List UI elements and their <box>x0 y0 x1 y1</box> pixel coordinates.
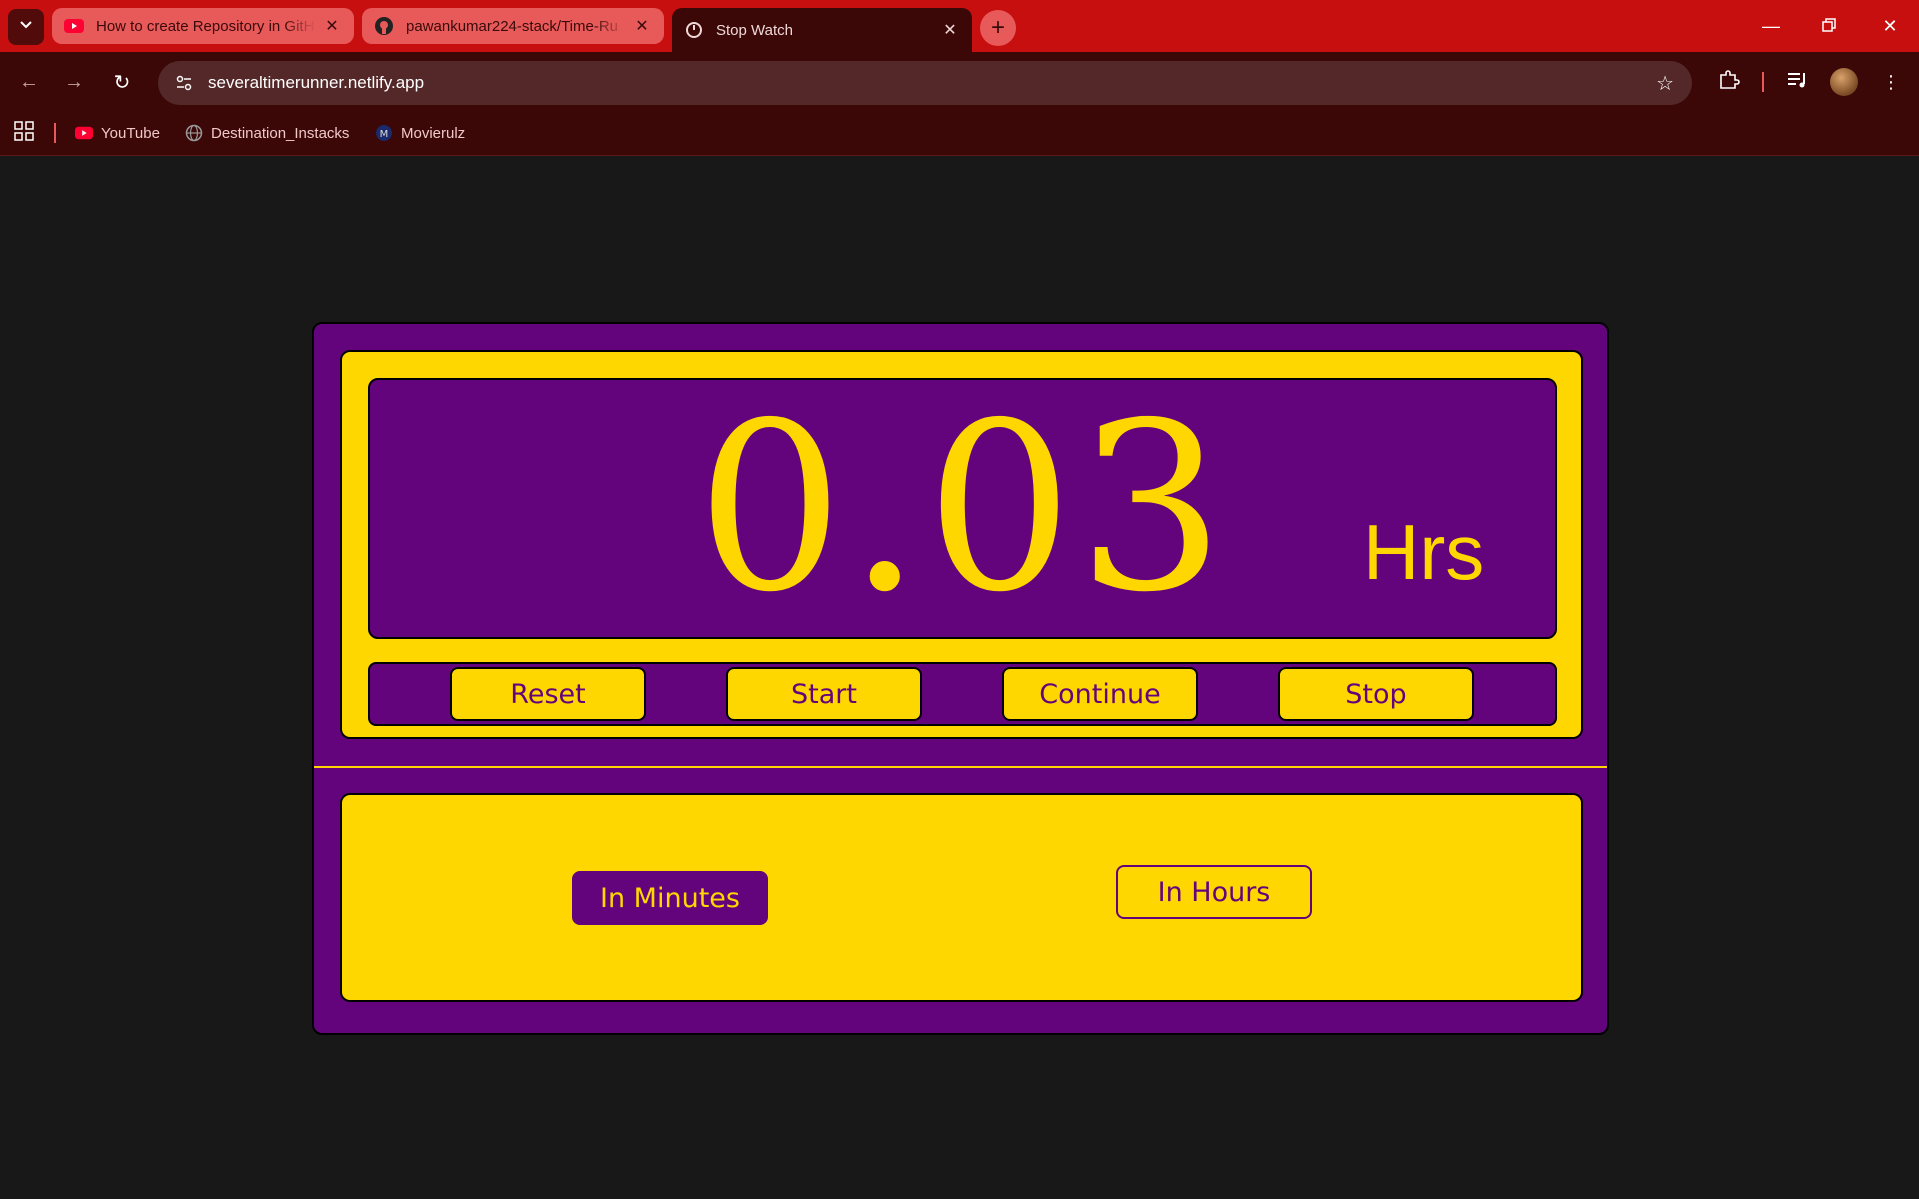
close-window-button[interactable]: ✕ <box>1861 0 1919 52</box>
restore-button[interactable] <box>1800 0 1858 52</box>
arrow-right-icon: → <box>64 70 84 93</box>
svg-text:M: M <box>380 129 389 140</box>
reload-button[interactable]: ↻ <box>106 66 138 98</box>
forward-button[interactable]: → <box>58 66 90 98</box>
url-text: severaltimerunner.netlify.app <box>208 73 425 92</box>
bookmarks-bar: YouTube Destination_Instacks M Movierulz <box>0 111 1919 156</box>
bookmark-destination-instacks[interactable]: Destination_Instacks <box>185 121 349 145</box>
bookmark-movierulz[interactable]: M Movierulz <box>375 121 465 145</box>
bookmark-youtube[interactable]: YouTube <box>75 121 160 145</box>
panel-divider <box>314 766 1607 768</box>
continue-button[interactable]: Continue <box>1002 667 1198 721</box>
bookmark-star-icon[interactable]: ☆ <box>1656 71 1674 96</box>
tab-title: How to create Repository in GitH <box>96 17 315 35</box>
bookmark-label: YouTube <box>101 124 160 142</box>
address-bar[interactable]: severaltimerunner.netlify.app ☆ <box>158 61 1692 105</box>
in-minutes-button[interactable]: In Minutes <box>572 871 768 925</box>
plus-icon: + <box>990 14 1005 41</box>
extensions-button[interactable] <box>1713 66 1745 98</box>
close-icon[interactable]: ✕ <box>940 20 960 40</box>
toolbar-separator <box>1762 72 1764 92</box>
site-info-icon[interactable] <box>172 71 196 95</box>
minimize-icon: — <box>1762 15 1780 36</box>
restore-icon <box>1822 16 1836 37</box>
time-unit: Hrs <box>1363 508 1485 596</box>
minimize-button[interactable]: — <box>1742 0 1800 52</box>
puzzle-icon <box>1718 69 1740 96</box>
page-viewport: 0.03 Hrs Reset Start Continue Stop In Mi… <box>0 157 1919 1199</box>
tab-github[interactable]: pawankumar224-stack/Time-Ru ✕ <box>362 8 664 44</box>
tab-stop-watch[interactable]: Stop Watch ✕ <box>672 8 972 52</box>
stopwatch-panel: 0.03 Hrs Reset Start Continue Stop <box>340 350 1583 739</box>
start-button[interactable]: Start <box>726 667 922 721</box>
time-display: 0.03 Hrs <box>368 378 1557 639</box>
stopwatch-frame: 0.03 Hrs Reset Start Continue Stop In Mi… <box>312 322 1609 1035</box>
reset-button[interactable]: Reset <box>450 667 646 721</box>
reload-icon: ↻ <box>113 71 131 94</box>
bookmark-separator <box>54 123 56 143</box>
tab-search-button[interactable] <box>8 9 44 45</box>
mode-panel: In Minutes In Hours <box>340 793 1583 1002</box>
github-icon <box>374 16 394 36</box>
in-hours-button[interactable]: In Hours <box>1116 865 1312 919</box>
tab-strip: How to create Repository in GitH ✕ pawan… <box>0 0 1919 52</box>
tab-title: Stop Watch <box>716 21 793 39</box>
favicon-icon <box>684 20 704 40</box>
arrow-left-icon: ← <box>19 70 39 93</box>
tab-youtube[interactable]: How to create Repository in GitH ✕ <box>52 8 354 44</box>
youtube-icon <box>64 16 84 36</box>
close-icon: ✕ <box>1882 15 1898 36</box>
youtube-icon <box>75 124 93 142</box>
bookmark-label: Destination_Instacks <box>211 124 350 142</box>
media-control-button[interactable] <box>1782 66 1814 98</box>
profile-avatar[interactable] <box>1830 68 1858 96</box>
tab-title: pawankumar224-stack/Time-Ru <box>406 17 619 35</box>
back-button[interactable]: ← <box>13 66 45 98</box>
bookmark-label: Movierulz <box>401 124 466 142</box>
apps-button[interactable] <box>14 121 34 145</box>
chevron-down-icon <box>19 18 33 37</box>
menu-button[interactable]: ⋮ <box>1875 66 1907 98</box>
movierulz-icon: M <box>375 124 393 142</box>
more-vertical-icon: ⋮ <box>1882 71 1900 92</box>
globe-icon <box>185 124 203 142</box>
apps-grid-icon <box>14 121 34 145</box>
control-bar: Reset Start Continue Stop <box>368 662 1557 726</box>
queue-music-icon <box>1787 71 1809 94</box>
close-icon[interactable]: ✕ <box>322 16 342 36</box>
new-tab-button[interactable]: + <box>980 10 1016 46</box>
close-icon[interactable]: ✕ <box>632 16 652 36</box>
browser-toolbar: ← → ↻ severaltimerunner.netlify.app ☆ ⋮ <box>0 52 1919 111</box>
stop-button[interactable]: Stop <box>1278 667 1474 721</box>
